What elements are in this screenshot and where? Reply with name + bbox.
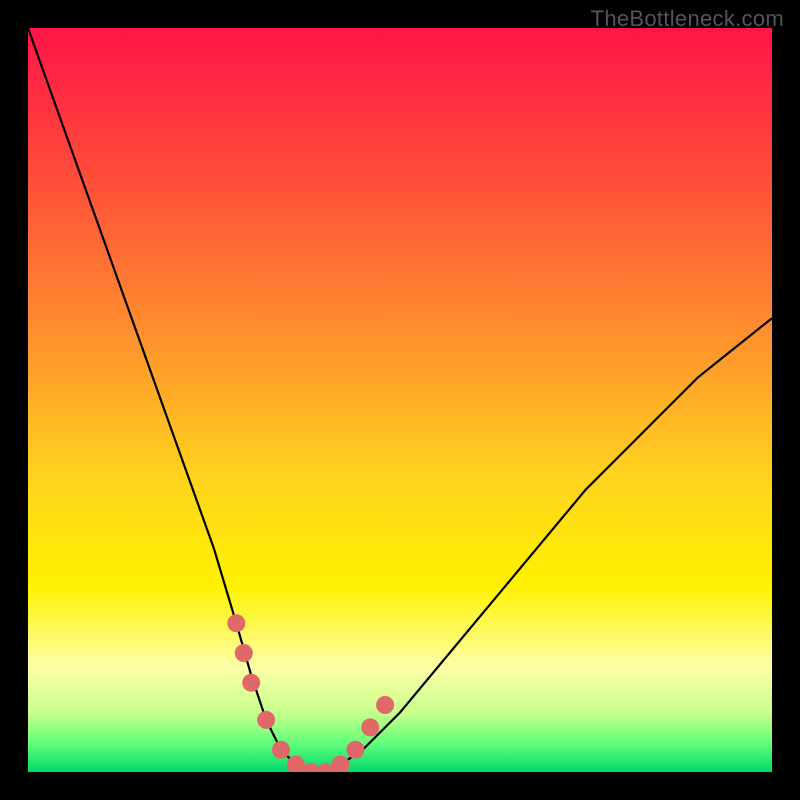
watermark-text: TheBottleneck.com — [591, 6, 784, 32]
highlight-dot — [272, 741, 290, 759]
bottleneck-curve — [28, 28, 772, 772]
highlight-dot — [376, 696, 394, 714]
highlight-dot — [227, 614, 245, 632]
highlight-dot — [242, 674, 260, 692]
highlight-dot — [332, 756, 350, 772]
highlight-dot — [257, 711, 275, 729]
highlight-dot — [235, 644, 253, 662]
chart-plot-area — [28, 28, 772, 772]
highlight-dot — [361, 718, 379, 736]
highlight-dot — [346, 741, 364, 759]
